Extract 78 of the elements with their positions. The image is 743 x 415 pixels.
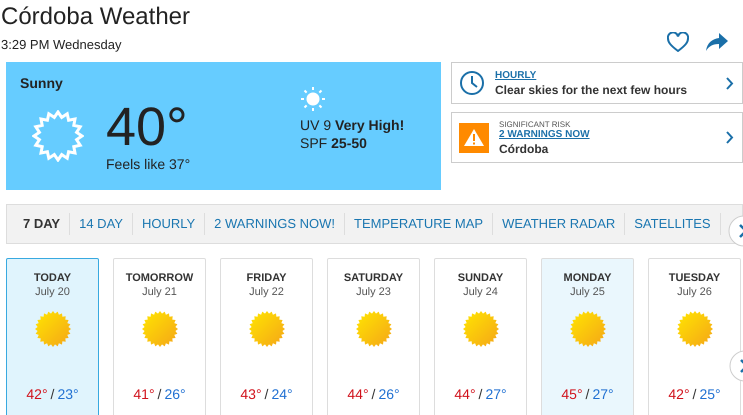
high-temperature: 42° xyxy=(26,386,48,402)
temperature-separator: / xyxy=(372,386,376,402)
day-name: TUESDAY xyxy=(668,272,720,284)
sun-icon xyxy=(356,311,392,347)
tab[interactable]: 7 DAY xyxy=(23,213,70,235)
alert-text: Clear skies for the next few hours xyxy=(495,82,688,96)
warning-icon xyxy=(459,122,489,152)
temperature-separator: / xyxy=(586,386,590,402)
alert-link[interactable]: HOURLY xyxy=(495,70,536,80)
temperature-separator: / xyxy=(692,386,696,402)
sun-icon xyxy=(32,110,84,162)
low-temperature: 26° xyxy=(164,386,186,402)
low-temperature: 25° xyxy=(699,386,721,402)
tab[interactable]: SATELLITES xyxy=(625,213,721,235)
day-card[interactable]: TUESDAY July 26 42° / 25° xyxy=(648,258,741,415)
low-temperature: 23° xyxy=(57,386,79,402)
sun-icon xyxy=(570,311,606,347)
tab[interactable]: 2 WARNINGS NOW! xyxy=(205,213,346,235)
alert-text: Córdoba xyxy=(499,142,550,156)
share-icon[interactable] xyxy=(705,32,729,52)
day-name: SUNDAY xyxy=(458,272,504,284)
day-name: FRIDAY xyxy=(246,272,286,284)
time-label: 3:29 PM Wednesday xyxy=(1,37,122,52)
chevron-icon xyxy=(725,130,734,145)
day-name: SATURDAY xyxy=(344,272,404,284)
day-date: July 21 xyxy=(142,286,177,298)
temperature-separator: / xyxy=(478,386,482,402)
temperature-separator: / xyxy=(50,386,54,402)
day-name: MONDAY xyxy=(564,272,612,284)
day-name: TOMORROW xyxy=(126,272,194,284)
day-date: July 22 xyxy=(249,286,284,298)
risk-label: SIGNIFICANT RISK xyxy=(499,120,572,128)
spf-label: SPF 25-50 xyxy=(300,134,368,152)
high-temperature: 41° xyxy=(133,386,155,402)
condition-label: Sunny xyxy=(20,75,64,91)
temperature-value: 40° xyxy=(106,100,189,154)
page-title: Córdoba Weather xyxy=(1,2,190,32)
temperature-separator: / xyxy=(158,386,162,402)
high-temperature: 44° xyxy=(347,386,369,402)
day-card[interactable]: MONDAY July 25 45° / 27° xyxy=(541,258,634,415)
chevron-icon xyxy=(725,76,734,90)
sun-icon xyxy=(676,311,712,347)
low-temperature: 26° xyxy=(378,386,400,402)
uv-index-label: UV 9 Very High! xyxy=(300,116,404,134)
day-date: July 25 xyxy=(570,286,605,298)
feels-like-label: Feels like 37° xyxy=(106,156,192,172)
alert-link[interactable]: 2 WARNINGS NOW xyxy=(499,128,590,140)
low-temperature: 27° xyxy=(592,386,614,402)
alert-card[interactable]: SIGNIFICANT RISK 2 WARNINGS NOW Córdoba xyxy=(451,112,743,163)
sun-icon xyxy=(248,311,284,347)
day-date: July 23 xyxy=(356,286,391,298)
sun-icon xyxy=(300,86,326,112)
day-date: July 20 xyxy=(35,286,70,298)
day-date: July 24 xyxy=(463,286,498,298)
high-temperature: 44° xyxy=(454,386,476,402)
day-name: TODAY xyxy=(34,272,72,284)
day-card[interactable]: TOMORROW July 21 41° / 26° xyxy=(113,258,206,415)
day-card[interactable]: FRIDAY July 22 43° / 24° xyxy=(220,258,313,415)
day-card[interactable]: TODAY July 20 42° / 23° xyxy=(6,258,99,415)
heart-icon[interactable] xyxy=(667,32,689,52)
sun-icon xyxy=(462,311,498,347)
high-temperature: 43° xyxy=(240,386,262,402)
sun-icon xyxy=(34,311,70,347)
clock-icon xyxy=(459,70,485,96)
temperature-separator: / xyxy=(264,386,268,402)
high-temperature: 42° xyxy=(668,386,690,402)
tab[interactable]: 14 DAY xyxy=(70,213,133,235)
tab[interactable]: HOURLY xyxy=(132,213,206,235)
day-card[interactable]: SUNDAY July 24 44° / 27° xyxy=(434,258,527,415)
alert-card[interactable]: HOURLY Clear skies for the next few hours xyxy=(451,62,743,104)
low-temperature: 27° xyxy=(485,386,507,402)
low-temperature: 24° xyxy=(271,386,293,402)
sun-icon xyxy=(142,311,178,347)
day-date: July 26 xyxy=(677,286,712,298)
tab[interactable]: WEATHER RADAR xyxy=(493,213,626,235)
day-card[interactable]: SATURDAY July 23 44° / 26° xyxy=(327,258,420,415)
high-temperature: 45° xyxy=(561,386,583,402)
tab[interactable]: TEMPERATURE MAP xyxy=(345,213,494,235)
